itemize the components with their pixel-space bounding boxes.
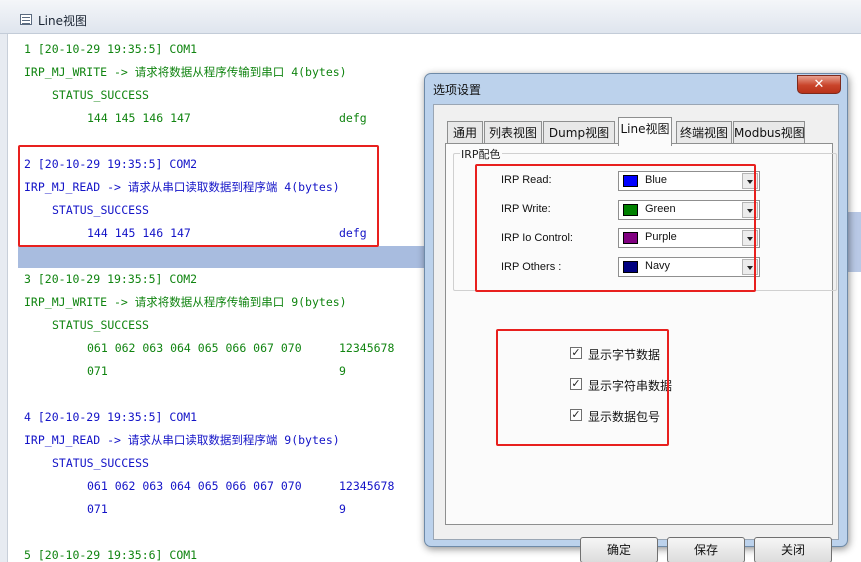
line-view-titlebar: Line视图	[0, 0, 861, 34]
left-splitter[interactable]	[0, 34, 8, 562]
log-entry-hex: 071	[87, 364, 108, 378]
log-entry-ascii: 9	[339, 364, 346, 378]
log-entry-ascii: 12345678	[339, 479, 395, 493]
dialog-close-icon[interactable]: ✕	[797, 75, 841, 94]
log-entry-ascii: defg	[339, 111, 367, 125]
scroll-marker	[848, 212, 861, 272]
log-entry-hex: 144 145 146 147	[87, 111, 191, 125]
options-dialog: 选项设置 ✕ 通用 列表视图 Dump视图 Line视图 终端视图 Modbus…	[424, 73, 848, 562]
log-entry-header: 5 [20-10-29 19:35:6] COM1	[24, 548, 198, 562]
log-entry-ascii: 9	[339, 502, 346, 516]
ok-button[interactable]: 确定	[580, 537, 658, 562]
log-entry-header: 3 [20-10-29 19:35:5] COM2	[24, 272, 198, 286]
window-list-icon	[20, 14, 32, 25]
log-entry-request: IRP_MJ_WRITE -> 请求将数据从程序传输到串口 9(bytes)	[24, 295, 347, 309]
log-entry-status: STATUS_SUCCESS	[52, 88, 149, 102]
tab-list-view[interactable]: 列表视图	[484, 121, 542, 145]
log-entry-hex: 061 062 063 064 065 066 067 070	[87, 479, 302, 493]
log-entry-header: 4 [20-10-29 19:35:5] COM1	[24, 410, 198, 424]
tab-dump-view[interactable]: Dump视图	[543, 121, 615, 145]
log-entry-hex: 071	[87, 502, 108, 516]
log-entry-ascii: 12345678	[339, 341, 395, 355]
tab-line-view[interactable]: Line视图	[618, 117, 672, 146]
tab-general[interactable]: 通用	[447, 121, 483, 145]
close-button[interactable]: 关闭	[754, 537, 832, 562]
log-entry-request: IRP_MJ_READ -> 请求从串口读取数据到程序端 9(bytes)	[24, 433, 340, 447]
tab-modbus-view[interactable]: Modbus视图	[733, 121, 805, 145]
line-view-title: Line视图	[38, 14, 88, 28]
log-entry-hex: 061 062 063 064 065 066 067 070	[87, 341, 302, 355]
irp-color-group-label: IRP配色	[460, 146, 502, 162]
highlight-box-color-settings	[475, 164, 756, 292]
log-entry-header: 1 [20-10-29 19:35:5] COM1	[24, 42, 198, 56]
log-entry-status: STATUS_SUCCESS	[52, 318, 149, 332]
log-entry-status: STATUS_SUCCESS	[52, 456, 149, 470]
dialog-title: 选项设置	[433, 83, 482, 97]
tab-terminal-view[interactable]: 终端视图	[676, 121, 732, 145]
highlight-box-entry-2	[18, 145, 379, 247]
save-button[interactable]: 保存	[667, 537, 745, 562]
highlight-box-display-options	[496, 329, 669, 446]
log-entry-request: IRP_MJ_WRITE -> 请求将数据从程序传输到串口 4(bytes)	[24, 65, 347, 79]
